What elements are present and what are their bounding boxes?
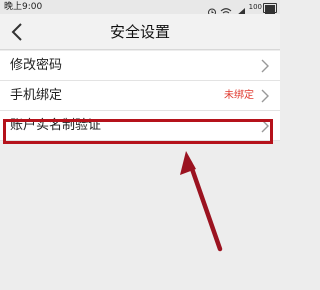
annotation-arrow bbox=[180, 151, 223, 252]
